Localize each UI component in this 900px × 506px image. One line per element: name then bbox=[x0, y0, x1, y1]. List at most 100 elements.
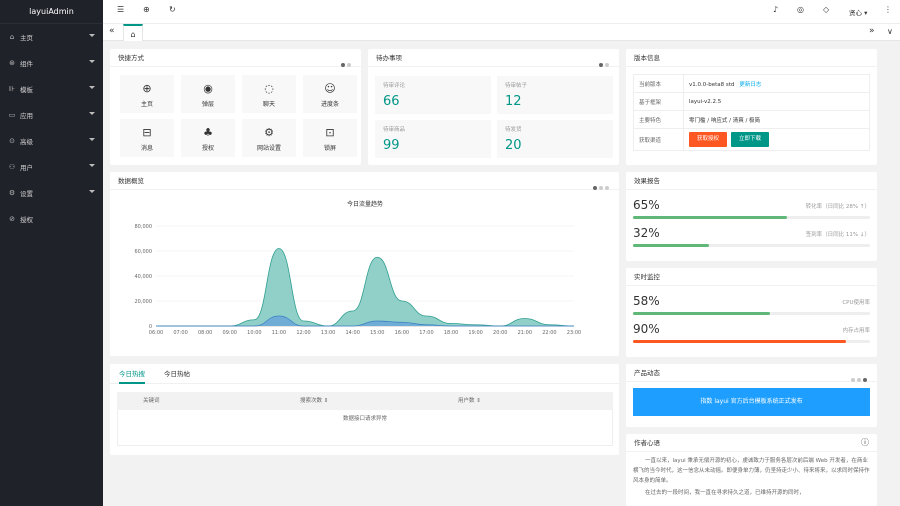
col-search-count[interactable]: 搜索次数 ⇕ bbox=[300, 392, 328, 410]
x-tick-label: 14:00 bbox=[345, 330, 359, 336]
todo-card-header: 待办事项 bbox=[368, 49, 619, 67]
sidebar-item-7[interactable]: ⊘ 授权 bbox=[0, 206, 103, 232]
quick-item-label: 授权 bbox=[201, 145, 214, 152]
bell-icon[interactable]: ♪ bbox=[773, 5, 778, 14]
x-tick-label: 13:00 bbox=[321, 330, 335, 336]
component-icon: ⊛ bbox=[9, 59, 15, 67]
progress-bar bbox=[633, 244, 870, 247]
quick-item[interactable]: ☺ 进度条 bbox=[303, 75, 357, 113]
template-icon: ⊪ bbox=[8, 85, 16, 93]
tabs-next-icon[interactable]: » bbox=[869, 26, 875, 36]
sidebar-item-label: 授权 bbox=[20, 216, 33, 224]
sidebar-item-5[interactable]: ⚇ 用户 bbox=[0, 154, 103, 180]
changelog-link[interactable]: 更新日志 bbox=[739, 82, 761, 88]
quick-item[interactable]: ◉ 弹层 bbox=[181, 75, 235, 113]
progress-value: 90% bbox=[633, 322, 660, 336]
app-logo[interactable]: layuiAdmin bbox=[0, 0, 103, 24]
compass-icon: ◉ bbox=[203, 82, 213, 95]
col-keyword[interactable]: 关键词 bbox=[143, 392, 160, 410]
quick-item[interactable]: ◌ 聊天 bbox=[242, 75, 296, 113]
tabs-prev-icon[interactable]: « bbox=[109, 26, 115, 36]
monitor-card: 实时监控 58% CPU使用率 90% 内存占用率 bbox=[626, 268, 877, 357]
hot-card: 今日热搜 今日热帖 关键词 搜索次数 ⇕ 用户数 ⇕ 数据接口请求异常 bbox=[110, 364, 620, 455]
sidebar-item-4[interactable]: ⊙ 高级 bbox=[0, 128, 103, 154]
palm-icon: ♣ bbox=[203, 126, 213, 139]
todo-box[interactable]: 待审商品 99 bbox=[375, 120, 491, 158]
x-tick-label: 21:00 bbox=[518, 330, 532, 336]
quick-card-header: 快捷方式 bbox=[110, 49, 361, 67]
overview-title: 数据概览 bbox=[118, 177, 144, 185]
quick-item[interactable]: ⊡ 锁屏 bbox=[303, 119, 357, 157]
progress-fill bbox=[633, 216, 788, 219]
sidebar-item-label: 用户 bbox=[20, 164, 33, 172]
lock-icon: ⊡ bbox=[325, 126, 335, 139]
series-area bbox=[156, 248, 574, 326]
sidebar-item-label: 主页 bbox=[20, 34, 33, 42]
sidebar-item-label: 组件 bbox=[20, 60, 33, 68]
sidebar-item-0[interactable]: ⌂ 主页 bbox=[0, 24, 103, 50]
quick-item-label: 主页 bbox=[140, 101, 153, 108]
sidebar-item-6[interactable]: ⚙ 设置 bbox=[0, 180, 103, 206]
home-icon: ⌂ bbox=[9, 33, 15, 41]
todo-value: 66 bbox=[383, 94, 400, 109]
info-icon[interactable]: ⓘ bbox=[861, 434, 869, 452]
chevron-down-icon bbox=[89, 190, 95, 193]
quick-item[interactable]: ♣ 授权 bbox=[181, 119, 235, 157]
refresh-icon[interactable]: ↻ bbox=[169, 5, 176, 14]
version-key: 基于框架 bbox=[633, 92, 684, 111]
theme-icon[interactable]: ◎ bbox=[797, 5, 804, 14]
sidebar-item-3[interactable]: ▭ 应用 bbox=[0, 102, 103, 128]
author-paragraph: 在过去的一段时间，我一直在寻求持久之道，已维持开源的同时， bbox=[645, 490, 805, 496]
todo-box[interactable]: 待审帖子 12 bbox=[497, 76, 613, 114]
carousel-dots[interactable] bbox=[339, 56, 351, 74]
progress-value: 65% bbox=[633, 198, 660, 212]
top-header: ☰ ⊕ ↻ ♪ ◎ ◇ 贤心 ▾ ⋮ bbox=[103, 0, 900, 24]
progress-bar bbox=[633, 340, 870, 343]
effect-card-header: 效果报告 bbox=[626, 172, 877, 190]
x-tick-label: 20:00 bbox=[493, 330, 507, 336]
tabs-dropdown-icon[interactable]: ∨ bbox=[887, 27, 893, 36]
menu-toggle-icon[interactable]: ☰ bbox=[117, 5, 124, 14]
tab-hot-posts[interactable]: 今日热帖 bbox=[164, 364, 190, 384]
user-menu[interactable]: 贤心 ▾ bbox=[849, 7, 867, 17]
globe-icon: ⊕ bbox=[142, 82, 152, 95]
tab-hot-search[interactable]: 今日热搜 bbox=[119, 364, 145, 384]
quick-item[interactable]: ⊕ 主页 bbox=[120, 75, 174, 113]
more-icon[interactable]: ⋮ bbox=[884, 5, 892, 14]
carousel-dots[interactable] bbox=[597, 56, 609, 74]
chevron-down-icon: ▾ bbox=[864, 9, 868, 17]
todo-box[interactable]: 待发货 20 bbox=[497, 120, 613, 158]
version-value: layui-v2.2.5 bbox=[683, 92, 870, 111]
note-icon[interactable]: ◇ bbox=[823, 5, 829, 14]
quick-card: 快捷方式 ⊕ 主页 ◉ 弹层 ◌ 聊天 ☺ 进度条 ⊟ 消息 ♣ 授权 ⚙ 网站设置 ⊡ 锁屏 bbox=[110, 49, 361, 165]
progress-fill bbox=[633, 312, 771, 315]
version-value: v1.0.0-beta8 std 更新日志 bbox=[683, 74, 870, 93]
chevron-down-icon bbox=[89, 138, 95, 141]
quick-item[interactable]: ⊟ 消息 bbox=[120, 119, 174, 157]
carousel-dots[interactable] bbox=[849, 371, 867, 389]
version-key: 当前版本 bbox=[633, 74, 684, 93]
todo-label: 待审评论 bbox=[383, 83, 406, 89]
todo-box[interactable]: 待审评论 66 bbox=[375, 76, 491, 114]
smile-icon: ☺ bbox=[324, 82, 336, 95]
website-icon[interactable]: ⊕ bbox=[143, 5, 150, 14]
version-card: 版本信息 当前版本 v1.0.0-beta8 std 更新日志 基于框架 layui-v… bbox=[626, 49, 877, 165]
sidebar-item-1[interactable]: ⊛ 组件 bbox=[0, 50, 103, 76]
download-button[interactable]: 立即下载 bbox=[731, 132, 770, 147]
page-tabs: « ⌂ » ∨ bbox=[103, 24, 900, 41]
tab-home[interactable]: ⌂ bbox=[123, 24, 143, 41]
sidebar-item-label: 高级 bbox=[20, 138, 33, 146]
quick-item[interactable]: ⚙ 网站设置 bbox=[242, 119, 296, 157]
x-tick-label: 11:00 bbox=[272, 330, 286, 336]
col-user-count[interactable]: 用户数 ⇕ bbox=[458, 392, 481, 410]
progress-label: CPU使用率 bbox=[842, 300, 870, 306]
x-tick-label: 15:00 bbox=[370, 330, 384, 336]
sidebar-item-2[interactable]: ⊪ 模板 bbox=[0, 76, 103, 102]
x-tick-label: 06:00 bbox=[149, 330, 163, 336]
quick-item-label: 消息 bbox=[140, 145, 153, 152]
quick-item-label: 聊天 bbox=[262, 101, 275, 108]
user-icon: ⚇ bbox=[8, 163, 16, 171]
product-banner[interactable]: 指数 layui 官方后台模板系统正式发布 bbox=[633, 388, 870, 416]
settings-icon: ⚙ bbox=[8, 189, 16, 197]
buy-auth-button[interactable]: 获取授权 bbox=[689, 132, 728, 147]
